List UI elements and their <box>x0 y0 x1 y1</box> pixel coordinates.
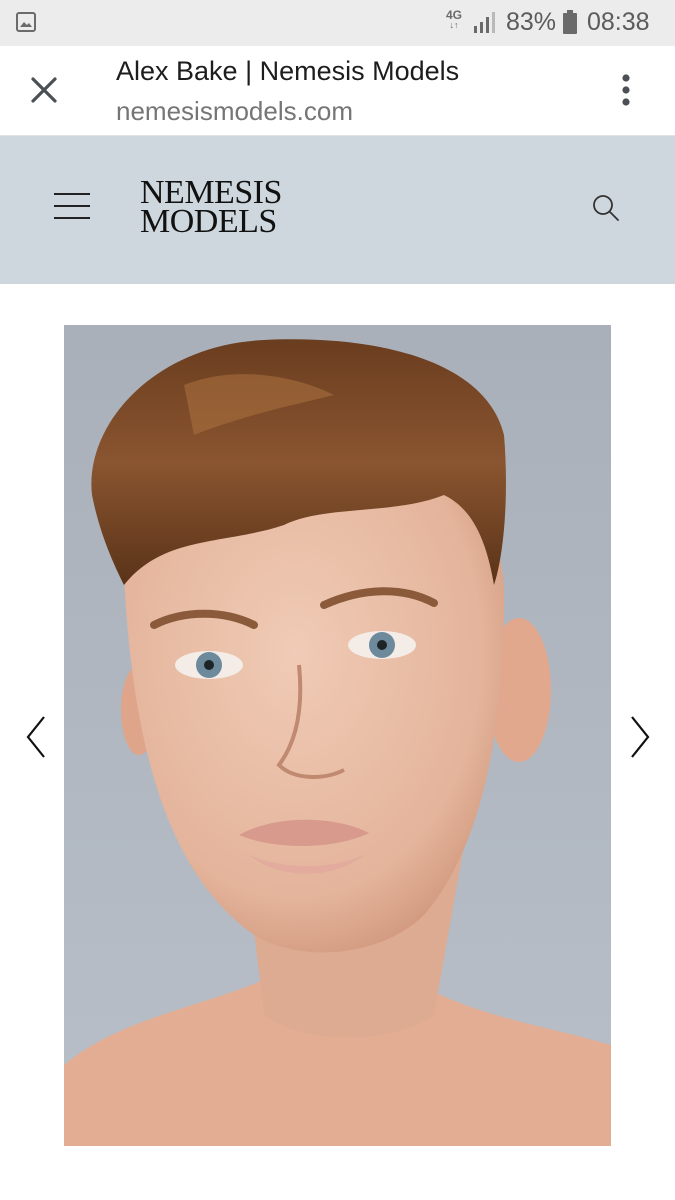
search-icon[interactable] <box>590 192 624 226</box>
chevron-right-icon[interactable] <box>624 712 654 762</box>
battery-percent: 83% <box>506 8 557 36</box>
site-logo[interactable]: NEMESIS MODELS <box>140 176 282 240</box>
gallery-notification-icon <box>16 12 36 32</box>
chevron-left-icon[interactable] <box>22 712 52 762</box>
page-title: Alex Bake | Nemesis Models <box>116 56 460 86</box>
more-vert-icon[interactable] <box>612 72 640 108</box>
page-url[interactable]: nemesismodels.com <box>116 96 353 127</box>
browser-toolbar: Alex Bake | Nemesis Models nemesismodels… <box>0 46 675 136</box>
status-bar: 4G ↓↑ 83% 08:38 <box>0 0 675 46</box>
network-type: 4G ↓↑ <box>446 8 463 30</box>
clock: 08:38 <box>587 8 650 36</box>
close-icon[interactable] <box>25 71 63 109</box>
signal-icon <box>474 12 495 33</box>
site-header <box>0 136 675 284</box>
portrait-illustration <box>64 325 611 1146</box>
hamburger-menu-icon[interactable] <box>54 193 92 225</box>
logo-line-2: MODELS <box>140 203 277 240</box>
model-portrait-photo[interactable] <box>64 325 611 1146</box>
battery-icon <box>563 10 577 34</box>
